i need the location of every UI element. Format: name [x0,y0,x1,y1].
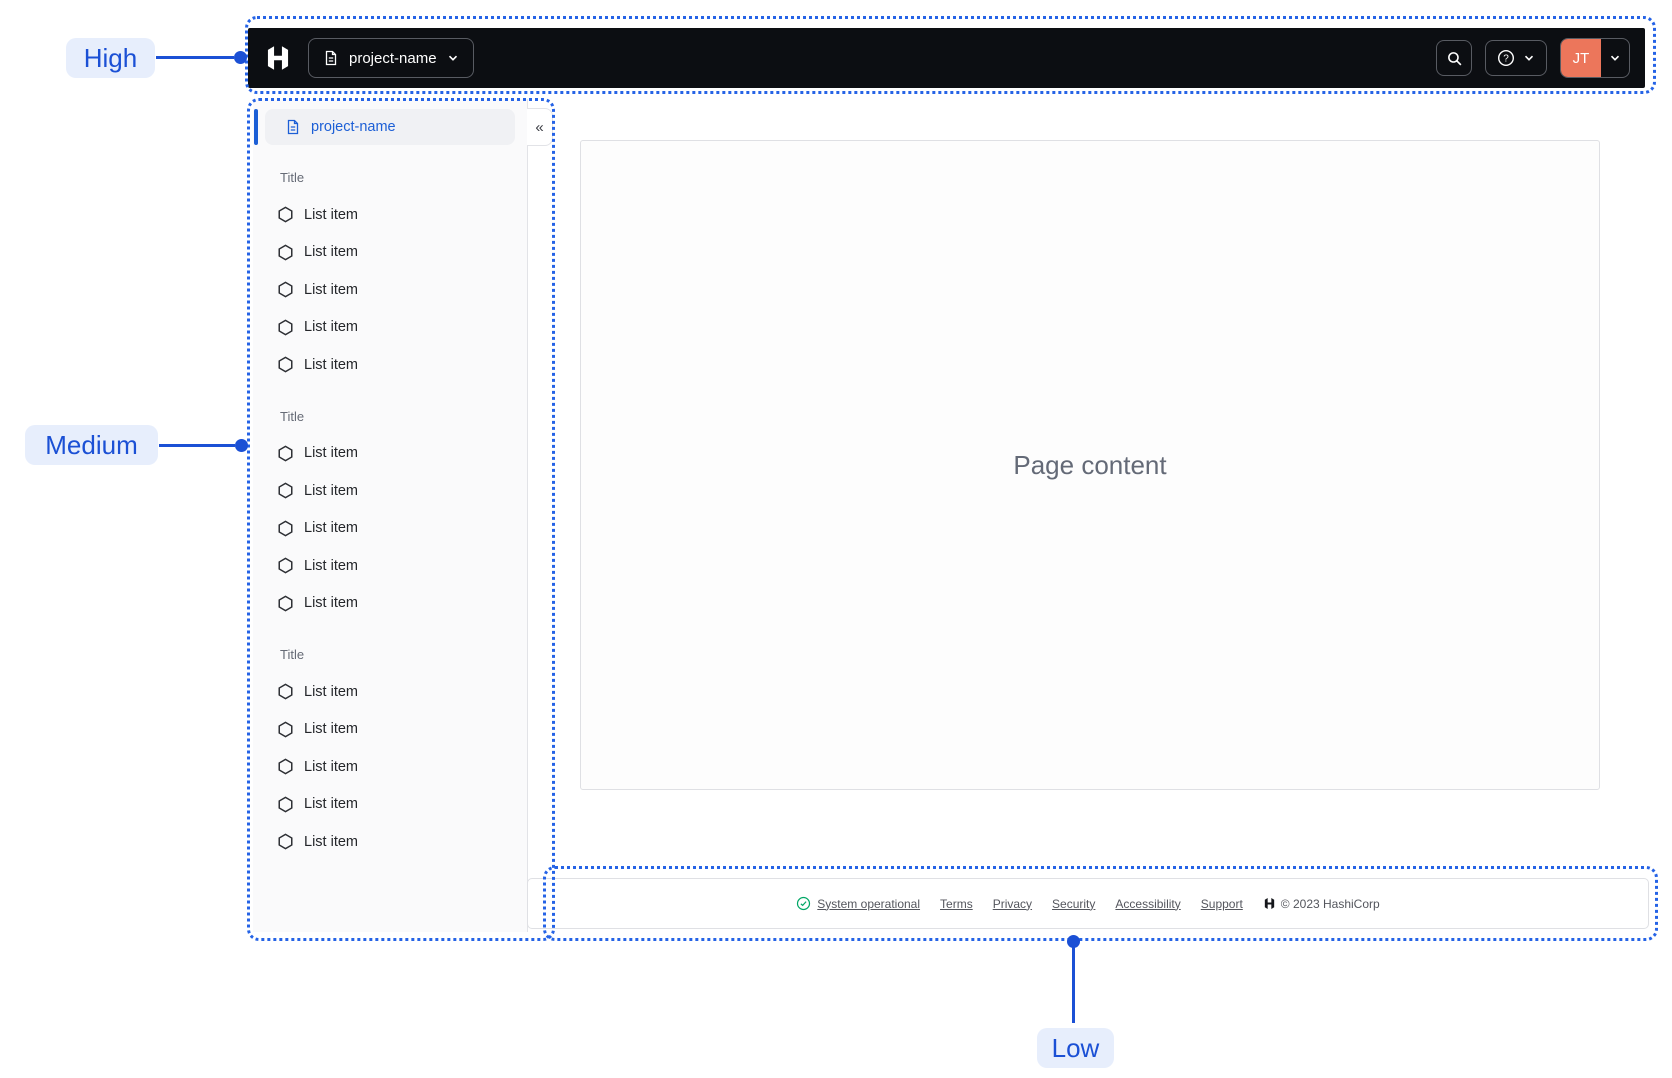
search-icon [1446,50,1463,67]
footer-link-terms[interactable]: Terms [940,897,973,911]
footer-copyright: © 2023 HashiCorp [1263,897,1380,911]
file-text-icon [285,119,301,135]
medium-connector-dot [235,439,248,452]
chevron-down-icon [447,52,459,64]
sidebar-project-label: project-name [311,119,396,135]
sidebar-item-label: List item [304,758,358,775]
side-navigation: project-name « Title List item List item… [253,99,553,932]
main-content-area: Page content [580,140,1600,790]
account-menu-button[interactable]: JT [1560,38,1630,78]
hexagon-icon [277,206,294,223]
sidebar-item-label: List item [304,482,358,499]
active-item-indicator [254,109,258,145]
status-link[interactable]: System operational [817,897,920,911]
high-connector-line [156,56,234,59]
sidebar-item[interactable]: List item [253,234,527,272]
app-footer: System operational Terms Privacy Securit… [527,878,1649,929]
search-button[interactable] [1436,40,1472,76]
chevron-down-icon [1601,52,1629,64]
page-content-placeholder: Page content [1013,449,1167,480]
sidebar-item-label: List item [304,319,358,336]
section-title: Title [280,170,305,185]
sidebar-item[interactable]: List item [253,472,527,510]
sidebar-item[interactable]: List item [253,585,527,623]
sidebar-item[interactable]: List item [253,309,527,347]
sidebar-item[interactable]: List item [253,196,527,234]
section-title: Title [280,647,305,662]
sidebar-item[interactable]: List item [253,711,527,749]
sidebar-item[interactable]: List item [253,510,527,548]
page-canvas: project-name ? JT project-name « Title L… [0,0,1672,1078]
chevron-down-icon [1523,52,1535,64]
file-text-icon [323,50,339,66]
hexagon-icon [277,595,294,612]
low-priority-label: Low [1037,1028,1114,1068]
hexagon-icon [277,721,294,738]
hexagon-icon [277,520,294,537]
sidebar-item[interactable]: List item [253,823,527,861]
sidebar-project-item[interactable]: project-name [265,109,515,145]
hexagon-icon [277,319,294,336]
sidebar-item[interactable]: List item [253,748,527,786]
sidebar-item-label: List item [304,244,358,261]
hashicorp-logo [264,44,292,72]
sidebar-item[interactable]: List item [253,786,527,824]
medium-connector-line [159,444,235,447]
hexagon-icon [277,557,294,574]
sidebar-section: Title List item List item List item List… [253,398,527,623]
sidebar-item-label: List item [304,520,358,537]
system-status: System operational [796,896,920,911]
avatar: JT [1561,39,1601,77]
top-navbar: project-name ? JT [248,28,1645,88]
collapse-chevrons-icon: « [535,118,544,136]
sidebar-item-label: List item [304,356,358,373]
footer-link-accessibility[interactable]: Accessibility [1115,897,1180,911]
sidebar-item[interactable]: List item [253,673,527,711]
sidebar-item[interactable]: List item [253,435,527,473]
sidebar-item-label: List item [304,595,358,612]
low-connector-line [1072,941,1075,1023]
high-priority-label: High [66,38,155,78]
help-menu-button[interactable]: ? [1485,40,1547,76]
hexagon-icon [277,683,294,700]
sidebar-item-label: List item [304,683,358,700]
sidebar-section: Title List item List item List item List… [253,159,527,384]
sidebar-item[interactable]: List item [253,346,527,384]
hexagon-icon [277,833,294,850]
copyright-text: © 2023 HashiCorp [1280,896,1380,911]
sidebar-item-label: List item [304,833,358,850]
project-switcher-label: project-name [349,49,437,67]
low-connector-dot [1067,935,1080,948]
sidebar-item[interactable]: List item [253,271,527,309]
sidebar-item-label: List item [304,796,358,813]
help-circle-icon: ? [1497,49,1515,67]
sidebar-sections: Title List item List item List item List… [253,145,527,861]
navbar-right-cluster: ? JT [1436,38,1630,78]
high-connector-dot [234,51,247,64]
hexagon-icon [277,281,294,298]
check-circle-icon [796,896,811,911]
medium-priority-label: Medium [25,425,158,465]
sidebar-item-label: List item [304,281,358,298]
section-title: Title [280,408,305,424]
hashicorp-logo [1263,897,1276,910]
hexagon-icon [277,482,294,499]
footer-link-support[interactable]: Support [1201,897,1243,911]
footer-link-privacy[interactable]: Privacy [993,897,1032,911]
sidebar-collapse-button[interactable]: « [527,108,553,146]
hexagon-icon [277,445,294,462]
hexagon-icon [277,244,294,261]
hexagon-icon [277,796,294,813]
svg-text:?: ? [1503,54,1509,65]
sidebar-item-label: List item [304,721,358,738]
sidebar-section: Title List item List item List item List… [253,636,527,861]
sidebar-item[interactable]: List item [253,547,527,585]
hexagon-icon [277,758,294,775]
sidebar-item-label: List item [304,206,358,223]
sidebar-item-label: List item [304,445,358,462]
sidebar-item-label: List item [304,557,358,574]
project-switcher-button[interactable]: project-name [308,38,474,78]
footer-link-security[interactable]: Security [1052,897,1095,911]
hexagon-icon [277,356,294,373]
